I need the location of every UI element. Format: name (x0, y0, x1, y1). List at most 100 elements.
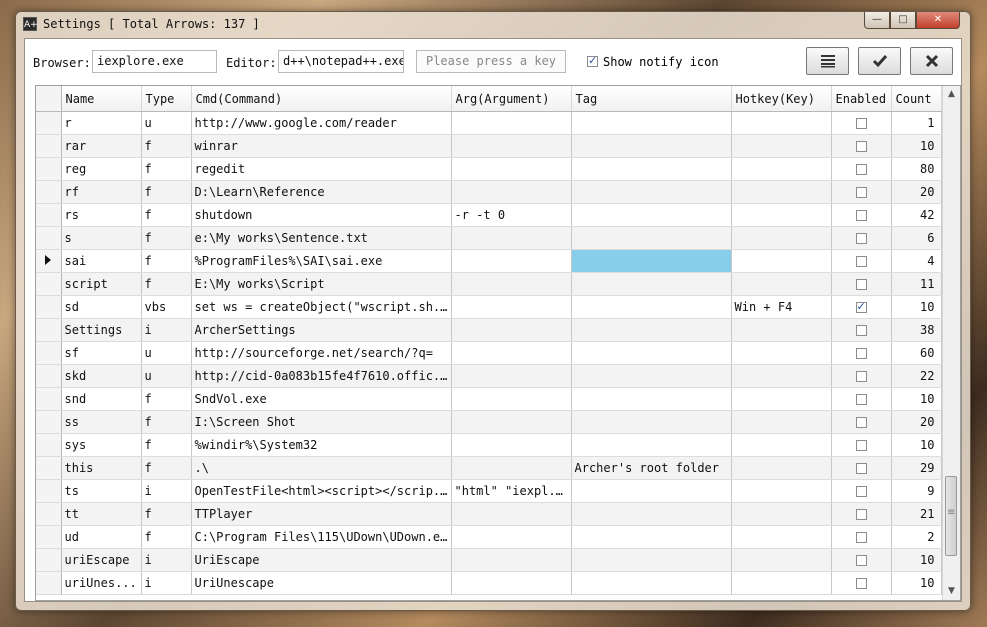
cell-name[interactable]: uriUnes... (61, 571, 142, 595)
cell-cmd[interactable]: e:\My works\Sentence.txt (191, 226, 452, 250)
hotkey-input[interactable]: Please press a key (416, 50, 566, 73)
enabled-checkbox[interactable] (855, 555, 867, 566)
cell-type[interactable]: vbs (141, 295, 192, 319)
enabled-checkbox[interactable] (855, 578, 867, 589)
column-header-count[interactable]: Count (891, 86, 942, 112)
cell-enabled[interactable] (831, 548, 892, 572)
cell-arg[interactable] (451, 272, 572, 296)
scroll-up-arrow-icon[interactable]: ▲ (943, 86, 960, 103)
cell-hotkey[interactable] (731, 318, 832, 342)
cell-count[interactable]: 10 (891, 295, 942, 319)
minimize-button[interactable]: — (864, 12, 890, 29)
cell-name[interactable]: script (61, 272, 142, 296)
enabled-checkbox[interactable] (855, 394, 867, 405)
table-row[interactable]: rs f shutdown -r -t 0 42 (36, 203, 942, 227)
cell-name[interactable]: skd (61, 364, 142, 388)
row-header[interactable] (36, 364, 62, 388)
row-header[interactable] (36, 433, 62, 457)
cell-tag[interactable] (571, 272, 732, 296)
cell-arg[interactable] (451, 226, 572, 250)
enabled-checkbox[interactable] (855, 164, 867, 175)
cell-tag[interactable] (571, 502, 732, 526)
cell-arg[interactable] (451, 318, 572, 342)
cell-cmd[interactable]: %windir%\System32 (191, 433, 452, 457)
cell-type[interactable]: u (141, 111, 192, 135)
row-header[interactable] (36, 341, 62, 365)
cell-type[interactable]: i (141, 318, 192, 342)
cell-tag[interactable] (571, 479, 732, 503)
close-window-button[interactable]: ✕ (916, 12, 960, 29)
cell-arg[interactable] (451, 548, 572, 572)
row-header[interactable] (36, 157, 62, 181)
cell-count[interactable]: 10 (891, 134, 942, 158)
cell-hotkey[interactable] (731, 502, 832, 526)
cell-type[interactable]: f (141, 272, 192, 296)
cell-tag[interactable] (571, 525, 732, 549)
cell-type[interactable]: f (141, 226, 192, 250)
column-header-enabled[interactable]: Enabled (831, 86, 892, 112)
cell-arg[interactable] (451, 157, 572, 181)
table-row[interactable]: ud f C:\Program Files\115\UDown\UDown.exe 2 (36, 525, 942, 549)
cell-enabled[interactable] (831, 410, 892, 434)
cell-cmd[interactable]: E:\My works\Script (191, 272, 452, 296)
cell-hotkey[interactable] (731, 456, 832, 480)
cell-name[interactable]: sd (61, 295, 142, 319)
table-row[interactable]: sf u http://sourceforge.net/search/?q= 60 (36, 341, 942, 365)
cell-cmd[interactable]: ArcherSettings (191, 318, 452, 342)
table-row[interactable]: ss f I:\Screen Shot 20 (36, 410, 942, 434)
cell-type[interactable]: f (141, 456, 192, 480)
cell-tag[interactable] (571, 571, 732, 595)
cell-arg[interactable] (451, 111, 572, 135)
cell-type[interactable]: f (141, 180, 192, 204)
cell-cmd[interactable]: http://sourceforge.net/search/?q= (191, 341, 452, 365)
cell-name[interactable]: sf (61, 341, 142, 365)
row-header[interactable] (36, 548, 62, 572)
cell-tag[interactable] (571, 433, 732, 457)
cell-count[interactable]: 1 (891, 111, 942, 135)
cell-tag[interactable] (571, 111, 732, 135)
cell-arg[interactable] (451, 134, 572, 158)
row-header[interactable] (36, 295, 62, 319)
cell-arg[interactable] (451, 525, 572, 549)
cell-count[interactable]: 9 (891, 479, 942, 503)
cell-tag[interactable] (571, 387, 732, 411)
cell-type[interactable]: f (141, 502, 192, 526)
cell-cmd[interactable]: SndVol.exe (191, 387, 452, 411)
cell-tag[interactable] (571, 295, 732, 319)
notify-checkbox-box[interactable] (587, 54, 598, 67)
cell-name[interactable]: s (61, 226, 142, 250)
save-button[interactable] (858, 47, 901, 75)
cell-tag[interactable] (571, 134, 732, 158)
cell-name[interactable]: sai (61, 249, 142, 273)
enabled-checkbox[interactable] (855, 371, 867, 382)
cell-name[interactable]: rf (61, 180, 142, 204)
cell-name[interactable]: uriEscape (61, 548, 142, 572)
row-header[interactable] (36, 226, 62, 250)
cell-type[interactable]: f (141, 249, 192, 273)
cell-hotkey[interactable] (731, 479, 832, 503)
cell-arg[interactable] (451, 387, 572, 411)
enabled-checkbox[interactable] (855, 300, 867, 313)
column-header-name[interactable]: Name (61, 86, 142, 112)
row-header[interactable] (36, 134, 62, 158)
cell-count[interactable]: 10 (891, 433, 942, 457)
cell-arg[interactable] (451, 249, 572, 273)
cell-cmd[interactable]: C:\Program Files\115\UDown\UDown.exe (191, 525, 452, 549)
table-row[interactable]: r u http://www.google.com/reader 1 (36, 111, 942, 135)
cell-name[interactable]: reg (61, 157, 142, 181)
cell-name[interactable]: sys (61, 433, 142, 457)
cell-hotkey[interactable] (731, 433, 832, 457)
table-row[interactable]: s f e:\My works\Sentence.txt 6 (36, 226, 942, 250)
row-header[interactable] (36, 111, 62, 135)
enabled-checkbox[interactable] (855, 463, 867, 474)
cell-arg[interactable] (451, 433, 572, 457)
cell-count[interactable]: 10 (891, 387, 942, 411)
cell-cmd[interactable]: http://www.google.com/reader (191, 111, 452, 135)
cell-cmd[interactable]: TTPlayer (191, 502, 452, 526)
cell-enabled[interactable] (831, 180, 892, 204)
cell-enabled[interactable] (831, 203, 892, 227)
column-header-tag[interactable]: Tag (571, 86, 732, 112)
cell-type[interactable]: f (141, 387, 192, 411)
cell-type[interactable]: u (141, 341, 192, 365)
enabled-checkbox[interactable] (855, 509, 867, 520)
